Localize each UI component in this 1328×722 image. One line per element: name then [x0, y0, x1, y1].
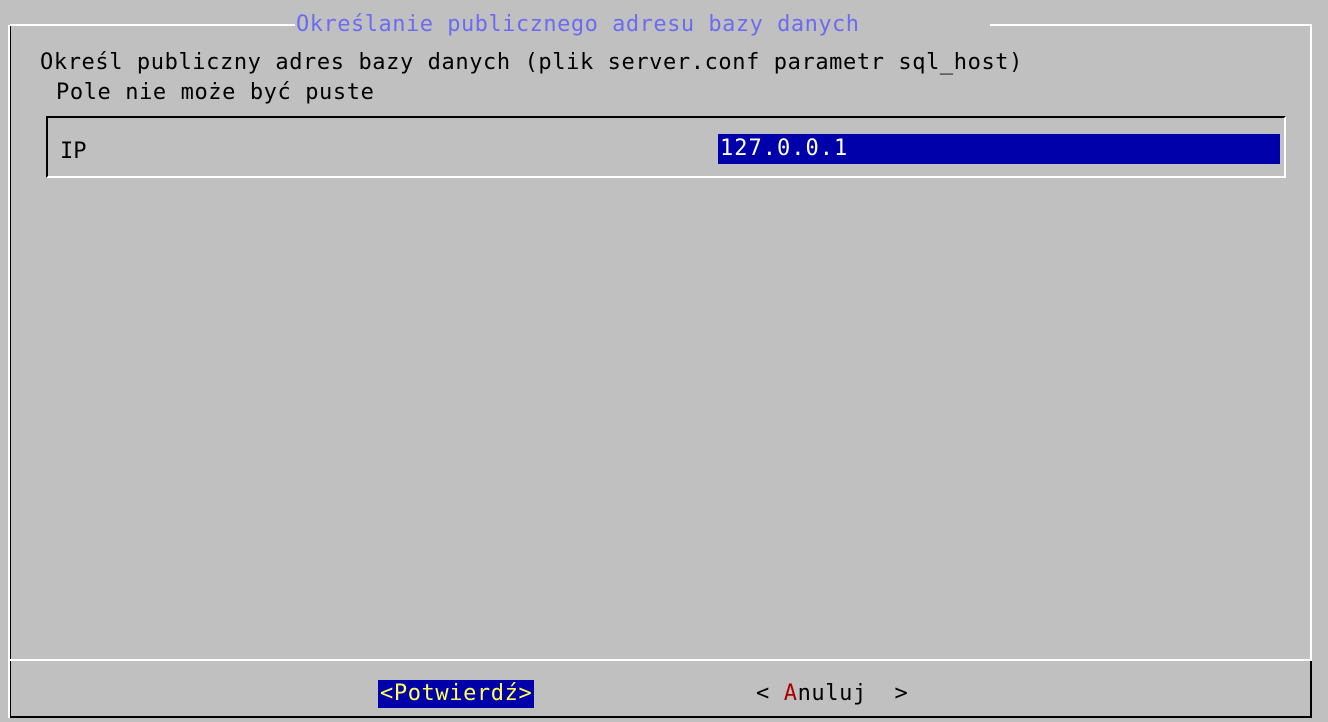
dialog-border-left-shadow — [10, 25, 11, 718]
cancel-button[interactable]: < Anuluj > — [756, 680, 908, 708]
dialog-window: Określanie publicznego adresu bazy danyc… — [0, 0, 1328, 722]
cancel-button-prefix: < — [756, 681, 784, 706]
ip-input[interactable] — [718, 134, 1280, 164]
dialog-border-top-left — [10, 24, 295, 26]
cancel-button-hotkey: A — [783, 681, 798, 706]
button-area-separator — [10, 659, 1312, 661]
dialog-border-right-lower — [1310, 661, 1312, 718]
cancel-button-suffix: > — [866, 681, 909, 706]
description-line-2: Pole nie może być puste — [56, 80, 375, 105]
description-line-1: Określ publiczny adres bazy danych (plik… — [40, 50, 1024, 75]
dialog-border-right — [1310, 24, 1312, 661]
cancel-button-label: nuluj — [797, 681, 867, 706]
dialog-border-bottom — [10, 716, 1312, 718]
confirm-button[interactable]: <Potwierdź> — [378, 680, 535, 708]
dialog-title: Określanie publicznego adresu bazy danyc… — [296, 12, 860, 37]
ip-field-label: IP — [60, 139, 87, 164]
dialog-border-top-right — [990, 24, 1312, 26]
